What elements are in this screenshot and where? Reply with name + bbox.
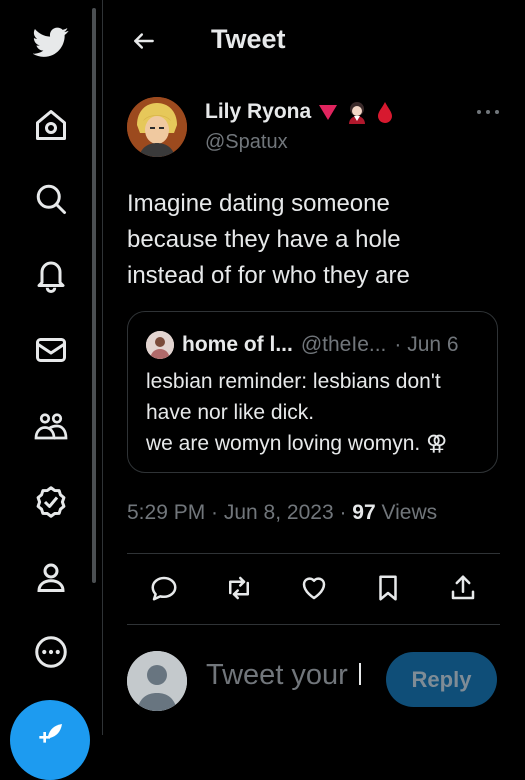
sidebar-scrollbar[interactable] — [92, 8, 96, 583]
quoted-header: home of l... @theIe... · Jun 6 — [182, 333, 459, 357]
twitter-bird-icon[interactable] — [26, 17, 76, 67]
author-handle[interactable]: @Spatux — [205, 131, 288, 154]
compose-button[interactable] — [10, 700, 90, 780]
reply-button[interactable]: Reply — [386, 652, 497, 707]
home-icon[interactable] — [26, 100, 76, 150]
more-circle-icon[interactable] — [26, 627, 76, 677]
more-options-icon[interactable] — [473, 100, 503, 124]
quoted-handle[interactable]: @theIe... — [301, 333, 387, 357]
quoted-avatar[interactable] — [146, 331, 174, 359]
tweet-meta: 5:29 PM · Jun 8, 2023 · 97 Views — [127, 501, 437, 525]
page-title: Tweet — [211, 24, 286, 54]
tweet-detail: Tweet Lily Ryona @Spatux Imagine dating … — [103, 0, 525, 735]
mail-icon[interactable] — [26, 325, 76, 375]
retweet-icon[interactable] — [219, 568, 259, 608]
author-name-text: Lily Ryona — [205, 100, 312, 123]
search-icon[interactable] — [26, 174, 76, 224]
quoted-tweet[interactable]: home of l... @theIe... · Jun 6 lesbian r… — [127, 311, 498, 473]
views-label: Views — [375, 501, 438, 524]
author-name[interactable]: Lily Ryona — [205, 100, 395, 124]
bookmark-icon[interactable] — [368, 568, 408, 608]
drop-of-blood-icon — [378, 102, 393, 123]
quoted-text: lesbian reminder: lesbians don't have no… — [146, 370, 448, 455]
vampire-emoji-icon — [349, 102, 366, 124]
like-icon[interactable] — [294, 568, 334, 608]
share-icon[interactable] — [443, 568, 483, 608]
reply-input[interactable]: Tweet your — [206, 659, 364, 703]
divider — [127, 553, 500, 554]
bell-icon[interactable] — [26, 250, 76, 300]
verified-icon[interactable] — [26, 477, 76, 527]
views-count[interactable]: 97 — [352, 501, 375, 524]
author-avatar[interactable] — [127, 97, 187, 157]
communities-icon[interactable] — [26, 401, 76, 451]
tweet-text: Imagine dating someone because they have… — [127, 190, 410, 289]
profile-icon[interactable] — [26, 552, 76, 602]
quoted-date[interactable]: · Jun 6 — [394, 333, 458, 357]
user-avatar[interactable] — [127, 651, 187, 711]
sidebar-nav — [0, 0, 103, 780]
tweet-timestamp[interactable]: 5:29 PM · Jun 8, 2023 · — [127, 501, 352, 524]
compose-icon — [39, 724, 62, 743]
red-triangle-emoji-icon — [319, 105, 338, 120]
divider — [127, 624, 500, 625]
back-arrow-icon[interactable] — [127, 24, 161, 58]
reply-icon[interactable] — [144, 568, 184, 608]
quoted-name[interactable]: home of l... — [182, 333, 293, 357]
text-cursor — [359, 663, 361, 685]
